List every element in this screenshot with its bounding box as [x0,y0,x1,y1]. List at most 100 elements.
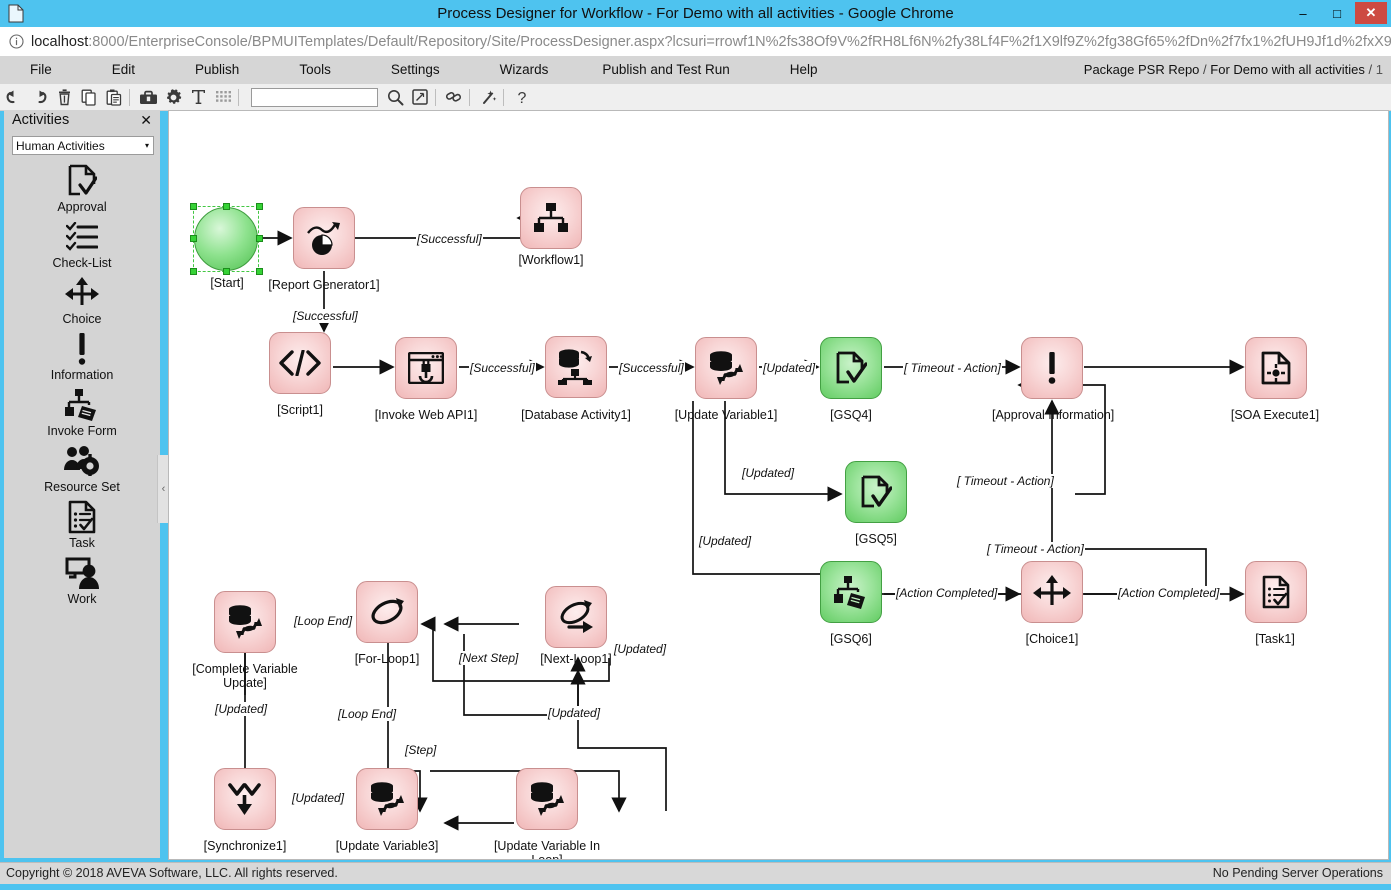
node-label-update-variable1: [Update Variable1] [666,408,786,422]
node-label-report-generator1: [Report Generator1] [264,278,384,292]
node-invoke-web-api1[interactable] [395,337,457,399]
update-variable-icon [366,778,408,820]
menu-item-edit[interactable]: Edit [102,56,145,84]
help-icon[interactable]: ? [511,86,533,108]
grid-icon[interactable] [212,86,234,108]
copy-icon[interactable] [78,86,100,108]
toolbar-divider-3 [435,89,436,106]
sidebar-item-invoke-form[interactable]: Invoke Form [4,386,160,438]
report-chart-icon [303,217,345,259]
settings-gear-icon[interactable] [162,86,184,108]
redo-icon[interactable] [28,86,50,108]
menu-item-wizards[interactable]: Wizards [490,56,559,84]
sidebar-item-choice[interactable]: Choice [4,274,160,326]
zoom-icon[interactable] [384,86,406,108]
sidebar-item-approval[interactable]: Approval [4,162,160,214]
menu-item-file[interactable]: File [20,56,62,84]
edge-label: [ Timeout - Action] [986,542,1085,556]
script-code-icon [279,342,321,384]
node-update-variable-in-loop[interactable] [516,768,578,830]
edge-label: [Updated] [214,702,268,716]
node-approval-information[interactable] [1021,337,1083,399]
text-icon[interactable] [187,86,209,108]
link-icon[interactable] [443,86,465,108]
approval-document-check-icon [830,347,872,389]
server-status-text: No Pending Server Operations [1213,866,1383,880]
node-complete-variable-update[interactable] [214,591,276,653]
breadcrumb-package: Package PSR Repo [1084,62,1200,77]
node-label-gsq4: [GSQ4] [821,408,881,422]
wand-icon[interactable] [477,86,499,108]
node-synchronize1[interactable] [214,768,276,830]
edge-label: [Successful] [416,232,483,246]
menu-item-publish[interactable]: Publish [185,56,249,84]
edge-label: [ Timeout - Action] [956,474,1055,488]
node-for-loop1[interactable] [356,581,418,643]
activities-panel-title: Activities [12,112,69,128]
node-update-variable1[interactable] [695,337,757,399]
delete-icon[interactable] [53,86,75,108]
node-soa-execute1[interactable] [1245,337,1307,399]
sidebar-item-work[interactable]: Work [4,554,160,606]
process-designer-canvas[interactable]: [Start] [Report Generator1] [Workflow1] [168,110,1389,860]
toolbox-icon[interactable] [137,86,159,108]
activities-list: Approval Check-List Choice Information [4,162,160,610]
resize-handle[interactable] [256,203,263,210]
resize-handle[interactable] [256,235,263,242]
node-label-approval-information: [Approval Information] [992,408,1112,422]
node-label-script1: [Script1] [244,403,356,417]
node-report-generator1[interactable] [293,207,355,269]
node-label-choice1: [Choice1] [992,632,1112,646]
sidebar-item-resource-set[interactable]: Resource Set [4,442,160,494]
sidebar-item-check-list[interactable]: Check-List [4,218,160,270]
menu-item-tools[interactable]: Tools [289,56,341,84]
node-gsq4[interactable] [820,337,882,399]
node-database-activity1[interactable] [545,336,607,398]
node-task1[interactable] [1245,561,1307,623]
edge-label: [Successful] [618,361,685,375]
node-choice1[interactable] [1021,561,1083,623]
fit-to-screen-icon[interactable] [409,86,431,108]
resize-handle[interactable] [223,203,230,210]
sidebar-item-task[interactable]: Task [4,498,160,550]
node-label-complete-variable-update: [Complete Variable Update] [190,662,300,690]
close-button[interactable]: ✕ [1355,2,1387,24]
menu-items: File Edit Publish Tools Settings Wizards… [20,56,867,84]
search-input[interactable] [251,88,378,107]
paste-icon[interactable] [103,86,125,108]
resize-handle[interactable] [256,268,263,275]
node-workflow1[interactable] [520,187,582,249]
undo-icon[interactable] [3,86,25,108]
resize-handle[interactable] [190,235,197,242]
node-gsq5[interactable] [845,461,907,523]
address-bar[interactable]: localhost:8000/EnterpriseConsole/BPMUITe… [0,27,1391,57]
edge-label: [Updated] [698,534,752,548]
node-script1[interactable] [269,332,331,394]
sidebar-item-information[interactable]: Information [4,330,160,382]
menu-item-help[interactable]: Help [780,56,828,84]
toolbar: ? [0,84,1391,111]
edge-label: [Action Completed] [895,586,998,600]
activities-category-select[interactable]: Human Activities ▾ [12,136,154,155]
close-icon[interactable]: ✕ [140,112,152,129]
node-start[interactable] [194,207,258,271]
node-label-update-variable3: [Update Variable3] [327,839,447,853]
node-gsq6[interactable] [820,561,882,623]
node-next-loop1[interactable] [545,586,607,648]
sidebar-item-label: Resource Set [44,481,120,494]
toolbar-divider-5 [503,89,504,106]
node-label-workflow1: [Workflow1] [491,253,611,267]
resize-handle[interactable] [190,203,197,210]
bottom-strip [0,884,1391,890]
resize-handle[interactable] [223,268,230,275]
menu-item-settings[interactable]: Settings [381,56,450,84]
checklist-icon [66,218,98,256]
menu-item-publish-and-test-run[interactable]: Publish and Test Run [592,56,739,84]
resize-handle[interactable] [190,268,197,275]
maximize-button[interactable]: □ [1321,2,1353,24]
database-activity-icon [555,346,597,388]
breadcrumb-version: 1 [1376,62,1383,77]
node-update-variable3[interactable] [356,768,418,830]
minimize-button[interactable]: – [1287,2,1319,24]
status-bar: Copyright © 2018 AVEVA Software, LLC. Al… [0,862,1391,885]
